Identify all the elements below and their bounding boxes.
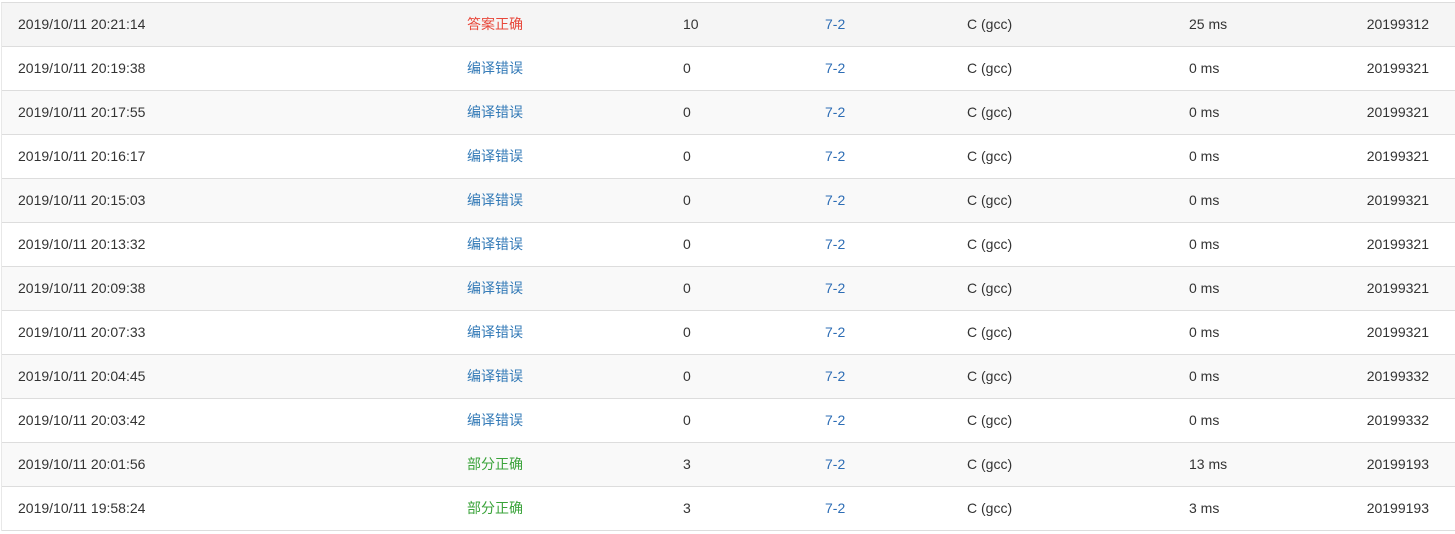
- compiler: C (gcc): [967, 104, 1013, 120]
- score: 0: [683, 192, 691, 208]
- user-id: 20199321: [1366, 236, 1429, 252]
- table-row: 2019/10/11 20:13:32 编译错误 0 7-2 C (gcc) 0…: [2, 223, 1455, 267]
- table-row: 2019/10/11 20:07:33 编译错误 0 7-2 C (gcc) 0…: [2, 311, 1455, 355]
- compiler: C (gcc): [967, 16, 1013, 32]
- time-used: 3 ms: [1189, 500, 1220, 516]
- user-id: 20199193: [1366, 500, 1429, 516]
- score: 3: [683, 456, 691, 472]
- submit-time: 2019/10/11 20:13:32: [18, 236, 146, 252]
- time-used: 0 ms: [1189, 324, 1220, 340]
- time-used: 0 ms: [1189, 104, 1220, 120]
- user-id: 20199332: [1366, 412, 1429, 428]
- table-row: 2019/10/11 20:15:03 编译错误 0 7-2 C (gcc) 0…: [2, 179, 1455, 223]
- submit-time: 2019/10/11 20:16:17: [18, 148, 146, 164]
- table-row: 2019/10/11 20:17:55 编译错误 0 7-2 C (gcc) 0…: [2, 91, 1455, 135]
- status-link[interactable]: 编译错误: [467, 179, 523, 222]
- problem-link[interactable]: 7-2: [825, 399, 845, 442]
- user-id: 20199332: [1366, 368, 1429, 384]
- problem-link[interactable]: 7-2: [825, 91, 845, 134]
- status-link[interactable]: 编译错误: [467, 355, 523, 398]
- compiler: C (gcc): [967, 324, 1013, 340]
- status-link[interactable]: 编译错误: [467, 135, 523, 178]
- compiler: C (gcc): [967, 60, 1013, 76]
- time-used: 0 ms: [1189, 192, 1220, 208]
- time-used: 13 ms: [1189, 456, 1228, 472]
- user-id: 20199321: [1366, 324, 1429, 340]
- status-label: 答案正确: [467, 16, 523, 32]
- problem-link[interactable]: 7-2: [825, 135, 845, 178]
- table-row: 2019/10/11 20:21:14 答案正确 10 7-2 C (gcc) …: [2, 3, 1455, 47]
- score: 0: [683, 324, 691, 340]
- status-link[interactable]: 编译错误: [467, 267, 523, 310]
- time-used: 25 ms: [1189, 16, 1228, 32]
- compiler: C (gcc): [967, 412, 1013, 428]
- time-used: 0 ms: [1189, 412, 1220, 428]
- time-used: 0 ms: [1189, 280, 1220, 296]
- time-used: 0 ms: [1189, 148, 1220, 164]
- user-id: 20199321: [1366, 192, 1429, 208]
- user-id: 20199321: [1366, 104, 1429, 120]
- user-id: 20199321: [1366, 60, 1429, 76]
- score: 0: [683, 148, 691, 164]
- table-row: 2019/10/11 20:01:56 部分正确 3 7-2 C (gcc) 1…: [2, 443, 1455, 487]
- compiler: C (gcc): [967, 456, 1013, 472]
- user-id: 20199193: [1366, 456, 1429, 472]
- submit-time: 2019/10/11 20:19:38: [18, 60, 146, 76]
- score: 3: [683, 500, 691, 516]
- problem-link[interactable]: 7-2: [825, 267, 845, 310]
- submit-time: 2019/10/11 20:07:33: [18, 324, 146, 340]
- score: 0: [683, 60, 691, 76]
- problem-link[interactable]: 7-2: [825, 179, 845, 222]
- status-link[interactable]: 编译错误: [467, 47, 523, 90]
- problem-link[interactable]: 7-2: [825, 3, 845, 46]
- score: 0: [683, 104, 691, 120]
- compiler: C (gcc): [967, 148, 1013, 164]
- user-id: 20199321: [1366, 148, 1429, 164]
- problem-link[interactable]: 7-2: [825, 47, 845, 90]
- user-id: 20199312: [1366, 16, 1429, 32]
- problem-link[interactable]: 7-2: [825, 355, 845, 398]
- table-row: 2019/10/11 20:03:42 编译错误 0 7-2 C (gcc) 0…: [2, 399, 1455, 443]
- table-row: 2019/10/11 20:09:38 编译错误 0 7-2 C (gcc) 0…: [2, 267, 1455, 311]
- status-label: 部分正确: [467, 456, 523, 472]
- time-used: 0 ms: [1189, 60, 1220, 76]
- problem-link[interactable]: 7-2: [825, 223, 845, 266]
- status-link[interactable]: 编译错误: [467, 311, 523, 354]
- submit-time: 2019/10/11 20:17:55: [18, 104, 146, 120]
- submit-time: 2019/10/11 19:58:24: [18, 500, 146, 516]
- compiler: C (gcc): [967, 236, 1013, 252]
- score: 0: [683, 280, 691, 296]
- score: 10: [683, 16, 699, 32]
- table-row: 2019/10/11 19:58:24 部分正确 3 7-2 C (gcc) 3…: [2, 487, 1455, 531]
- submit-time: 2019/10/11 20:09:38: [18, 280, 146, 296]
- score: 0: [683, 412, 691, 428]
- submit-time: 2019/10/11 20:21:14: [18, 16, 146, 32]
- table-row: 2019/10/11 20:04:45 编译错误 0 7-2 C (gcc) 0…: [2, 355, 1455, 399]
- time-used: 0 ms: [1189, 368, 1220, 384]
- compiler: C (gcc): [967, 192, 1013, 208]
- table-row: 2019/10/11 20:16:17 编译错误 0 7-2 C (gcc) 0…: [2, 135, 1455, 179]
- submissions-table: 2019/10/11 20:21:14 答案正确 10 7-2 C (gcc) …: [1, 2, 1455, 531]
- time-used: 0 ms: [1189, 236, 1220, 252]
- submit-time: 2019/10/11 20:03:42: [18, 412, 146, 428]
- score: 0: [683, 236, 691, 252]
- status-link[interactable]: 编译错误: [467, 399, 523, 442]
- submit-time: 2019/10/11 20:04:45: [18, 368, 146, 384]
- problem-link[interactable]: 7-2: [825, 311, 845, 354]
- submit-time: 2019/10/11 20:15:03: [18, 192, 146, 208]
- score: 0: [683, 368, 691, 384]
- user-id: 20199321: [1366, 280, 1429, 296]
- compiler: C (gcc): [967, 280, 1013, 296]
- problem-link[interactable]: 7-2: [825, 443, 845, 486]
- table-row: 2019/10/11 20:19:38 编译错误 0 7-2 C (gcc) 0…: [2, 47, 1455, 91]
- compiler: C (gcc): [967, 368, 1013, 384]
- submit-time: 2019/10/11 20:01:56: [18, 456, 146, 472]
- status-link[interactable]: 编译错误: [467, 91, 523, 134]
- problem-link[interactable]: 7-2: [825, 487, 845, 530]
- status-label: 部分正确: [467, 500, 523, 516]
- compiler: C (gcc): [967, 500, 1013, 516]
- status-link[interactable]: 编译错误: [467, 223, 523, 266]
